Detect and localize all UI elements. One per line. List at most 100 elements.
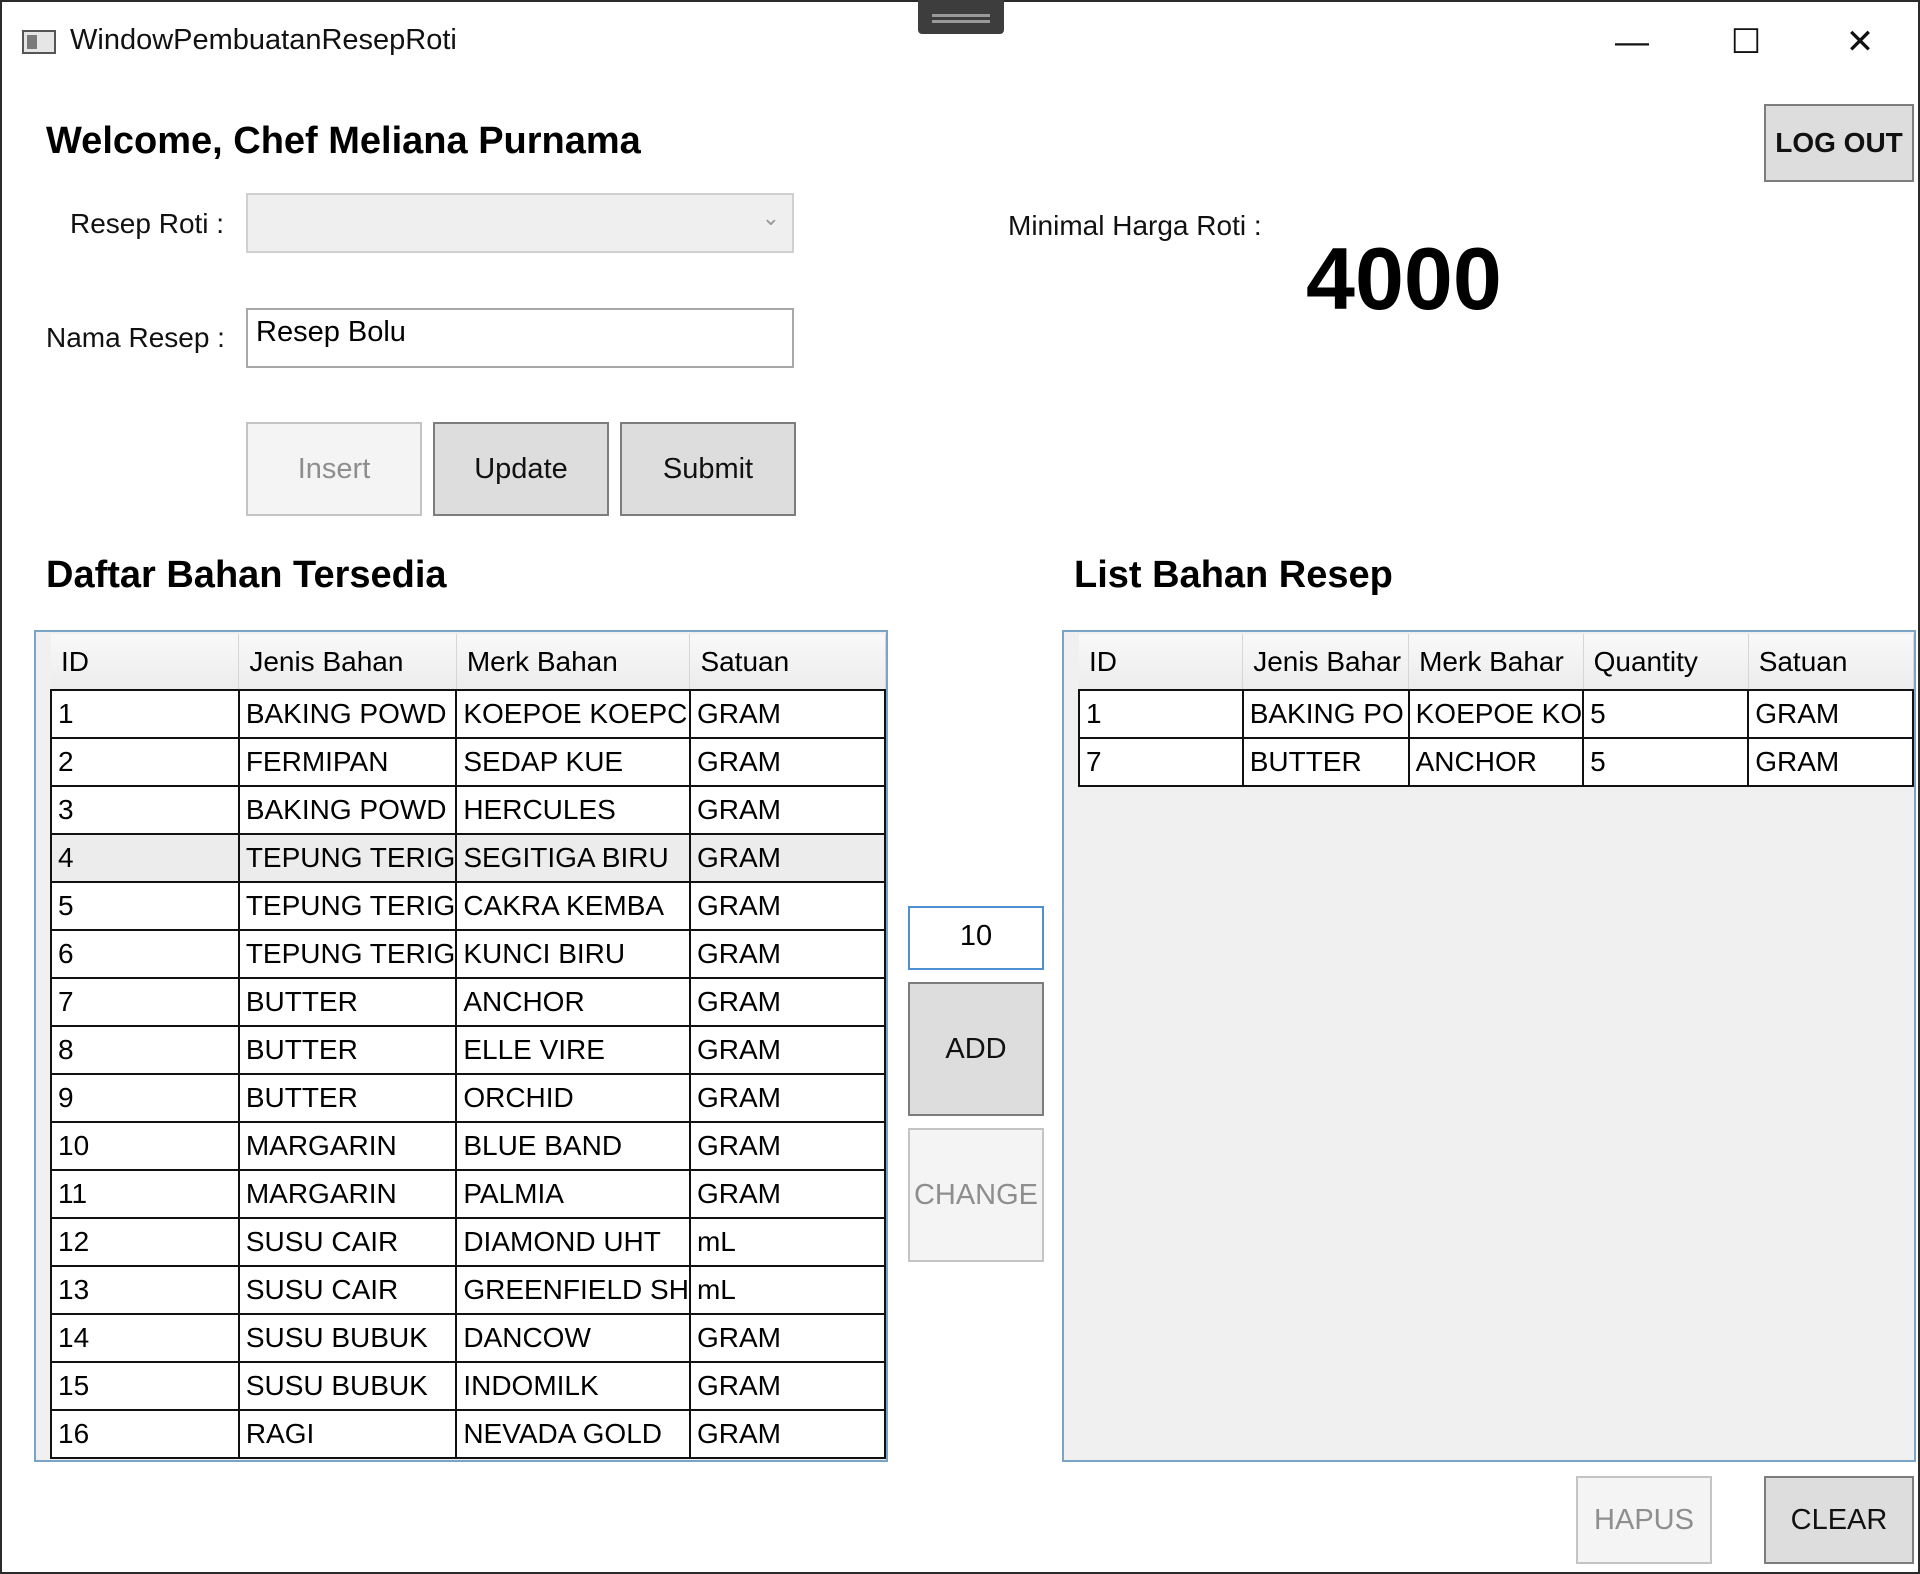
available-table-cell[interactable]: GRAM — [688, 977, 886, 1027]
available-table-row[interactable]: 2 FERMIPAN SEDAP KUE GRAM — [50, 737, 886, 787]
recipe-table-cell[interactable]: GRAM — [1747, 689, 1914, 739]
available-table-cell[interactable]: GRAM — [688, 1361, 886, 1411]
recipe-column-header[interactable]: Merk Bahar — [1408, 634, 1584, 691]
available-table-cell[interactable]: MARGARIN — [237, 1121, 458, 1171]
available-table-cell[interactable]: SUSU CAIR — [237, 1265, 458, 1315]
recipe-column-header[interactable]: Quantity — [1583, 634, 1749, 691]
available-table-row[interactable]: 7 BUTTER ANCHOR GRAM — [50, 977, 886, 1027]
available-table-cell[interactable]: GRAM — [688, 881, 886, 931]
resep-roti-combobox[interactable]: ⌄ — [246, 193, 794, 253]
available-table-cell[interactable]: KUNCI BIRU — [455, 929, 691, 979]
available-table-cell[interactable]: INDOMILK — [455, 1361, 691, 1411]
available-table-cell[interactable]: 5 — [50, 881, 240, 931]
available-table-cell[interactable]: CAKRA KEMBA — [455, 881, 691, 931]
available-table-row[interactable]: 3 BAKING POWD HERCULES GRAM — [50, 785, 886, 835]
available-table-row[interactable]: 5 TEPUNG TERIG CAKRA KEMBA GRAM — [50, 881, 886, 931]
available-table-cell[interactable]: RAGI — [237, 1409, 458, 1459]
hapus-button[interactable]: HAPUS — [1576, 1476, 1712, 1564]
available-table-cell[interactable]: GREENFIELD SH — [455, 1265, 691, 1315]
available-table-cell[interactable]: mL — [688, 1265, 886, 1315]
available-table-row[interactable]: 10 MARGARIN BLUE BAND GRAM — [50, 1121, 886, 1171]
available-table-row[interactable]: 13 SUSU CAIR GREENFIELD SH mL — [50, 1265, 886, 1315]
available-column-header[interactable]: Satuan — [689, 634, 886, 691]
available-column-header[interactable]: ID — [51, 634, 240, 691]
quantity-input[interactable]: 10 — [908, 906, 1044, 970]
available-table-cell[interactable]: SUSU CAIR — [237, 1217, 458, 1267]
available-table-row[interactable]: 16 RAGI NEVADA GOLD GRAM — [50, 1409, 886, 1459]
available-table-row[interactable]: 1 BAKING POWD KOEPOE KOEPC GRAM — [50, 689, 886, 739]
available-table-cell[interactable]: TEPUNG TERIG — [237, 833, 458, 883]
recipe-table-row[interactable]: 7 BUTTER ANCHOR 5 GRAM — [1078, 737, 1914, 787]
available-table-cell[interactable]: FERMIPAN — [237, 737, 458, 787]
available-table-cell[interactable]: GRAM — [688, 737, 886, 787]
available-table-cell[interactable]: BLUE BAND — [455, 1121, 691, 1171]
recipe-column-header[interactable]: ID — [1079, 634, 1244, 691]
available-table-cell[interactable]: 2 — [50, 737, 240, 787]
available-table-cell[interactable]: GRAM — [688, 785, 886, 835]
available-table-cell[interactable]: GRAM — [688, 1409, 886, 1459]
close-button[interactable]: ✕ — [1804, 2, 1916, 82]
available-table-row[interactable]: 6 TEPUNG TERIG KUNCI BIRU GRAM — [50, 929, 886, 979]
available-table-row[interactable]: 12 SUSU CAIR DIAMOND UHT mL — [50, 1217, 886, 1267]
add-button[interactable]: ADD — [908, 982, 1044, 1116]
recipe-ingredients-grid[interactable]: ID Jenis Bahar Merk Bahar Quantity Satuan 1B… — [1062, 630, 1916, 1462]
recipe-table-cell[interactable]: BUTTER — [1241, 737, 1410, 787]
available-table-cell[interactable]: GRAM — [688, 1169, 886, 1219]
available-table-cell[interactable]: 13 — [50, 1265, 240, 1315]
available-table-cell[interactable]: KOEPOE KOEPC — [455, 689, 691, 739]
available-table-cell[interactable]: GRAM — [688, 1313, 886, 1363]
available-table-cell[interactable]: GRAM — [688, 1025, 886, 1075]
available-table-cell[interactable]: mL — [688, 1217, 886, 1267]
recipe-table-cell[interactable]: 7 — [1078, 737, 1244, 787]
logout-button[interactable]: LOG OUT — [1764, 104, 1914, 182]
available-column-header[interactable]: Merk Bahan — [456, 634, 691, 691]
available-table-cell[interactable]: GRAM — [688, 1073, 886, 1123]
available-table-cell[interactable]: 7 — [50, 977, 240, 1027]
recipe-column-header[interactable]: Satuan — [1748, 634, 1914, 691]
available-table-cell[interactable]: 8 — [50, 1025, 240, 1075]
recipe-table-cell[interactable]: ANCHOR — [1407, 737, 1585, 787]
nama-resep-input[interactable]: Resep Bolu — [246, 308, 794, 368]
available-table-row[interactable]: 4 TEPUNG TERIG SEGITIGA BIRU GRAM — [50, 833, 886, 883]
update-button[interactable]: Update — [433, 422, 609, 516]
clear-button[interactable]: CLEAR — [1764, 1476, 1914, 1564]
available-table-cell[interactable]: SUSU BUBUK — [237, 1313, 458, 1363]
recipe-table-row[interactable]: 1 BAKING PO KOEPOE KO 5 GRAM — [1078, 689, 1914, 739]
available-table-cell[interactable]: BAKING POWD — [237, 785, 458, 835]
available-table-cell[interactable]: 9 — [50, 1073, 240, 1123]
available-table-cell[interactable]: GRAM — [688, 1121, 886, 1171]
available-table-cell[interactable]: BUTTER — [237, 1073, 458, 1123]
available-table-cell[interactable]: HERCULES — [455, 785, 691, 835]
available-table-cell[interactable]: SEGITIGA BIRU — [455, 833, 691, 883]
available-table-cell[interactable]: 16 — [50, 1409, 240, 1459]
change-button[interactable]: CHANGE — [908, 1128, 1044, 1262]
recipe-table-cell[interactable]: KOEPOE KO — [1407, 689, 1585, 739]
recipe-column-header[interactable]: Jenis Bahar — [1242, 634, 1410, 691]
available-table-cell[interactable]: DIAMOND UHT — [455, 1217, 691, 1267]
available-ingredients-grid[interactable]: ID Jenis Bahan Merk Bahan Satuan 1 BAKING PO… — [34, 630, 888, 1462]
available-table-cell[interactable]: ANCHOR — [455, 977, 691, 1027]
available-table-cell[interactable]: GRAM — [688, 833, 886, 883]
available-table-cell[interactable]: 15 — [50, 1361, 240, 1411]
available-table-cell[interactable]: 14 — [50, 1313, 240, 1363]
available-table-cell[interactable]: TEPUNG TERIG — [237, 929, 458, 979]
available-table-cell[interactable]: 1 — [50, 689, 240, 739]
recipe-table-cell[interactable]: GRAM — [1747, 737, 1914, 787]
available-table-cell[interactable]: 10 — [50, 1121, 240, 1171]
available-column-header[interactable]: Jenis Bahan — [238, 634, 457, 691]
available-table-cell[interactable]: 6 — [50, 929, 240, 979]
insert-button[interactable]: Insert — [246, 422, 422, 516]
maximize-button[interactable]: ☐ — [1690, 2, 1802, 82]
available-table-cell[interactable]: MARGARIN — [237, 1169, 458, 1219]
available-table-cell[interactable]: GRAM — [688, 929, 886, 979]
recipe-table-cell[interactable]: 5 — [1582, 737, 1750, 787]
available-table-cell[interactable]: ELLE VIRE — [455, 1025, 691, 1075]
available-table-cell[interactable]: SUSU BUBUK — [237, 1361, 458, 1411]
available-table-cell[interactable]: BUTTER — [237, 977, 458, 1027]
available-table-cell[interactable]: ORCHID — [455, 1073, 691, 1123]
available-table-row[interactable]: 9 BUTTER ORCHID GRAM — [50, 1073, 886, 1123]
available-table-cell[interactable]: BUTTER — [237, 1025, 458, 1075]
available-table-cell[interactable]: 12 — [50, 1217, 240, 1267]
available-table-row[interactable]: 8 BUTTER ELLE VIRE GRAM — [50, 1025, 886, 1075]
recipe-table-cell[interactable]: BAKING PO — [1241, 689, 1410, 739]
